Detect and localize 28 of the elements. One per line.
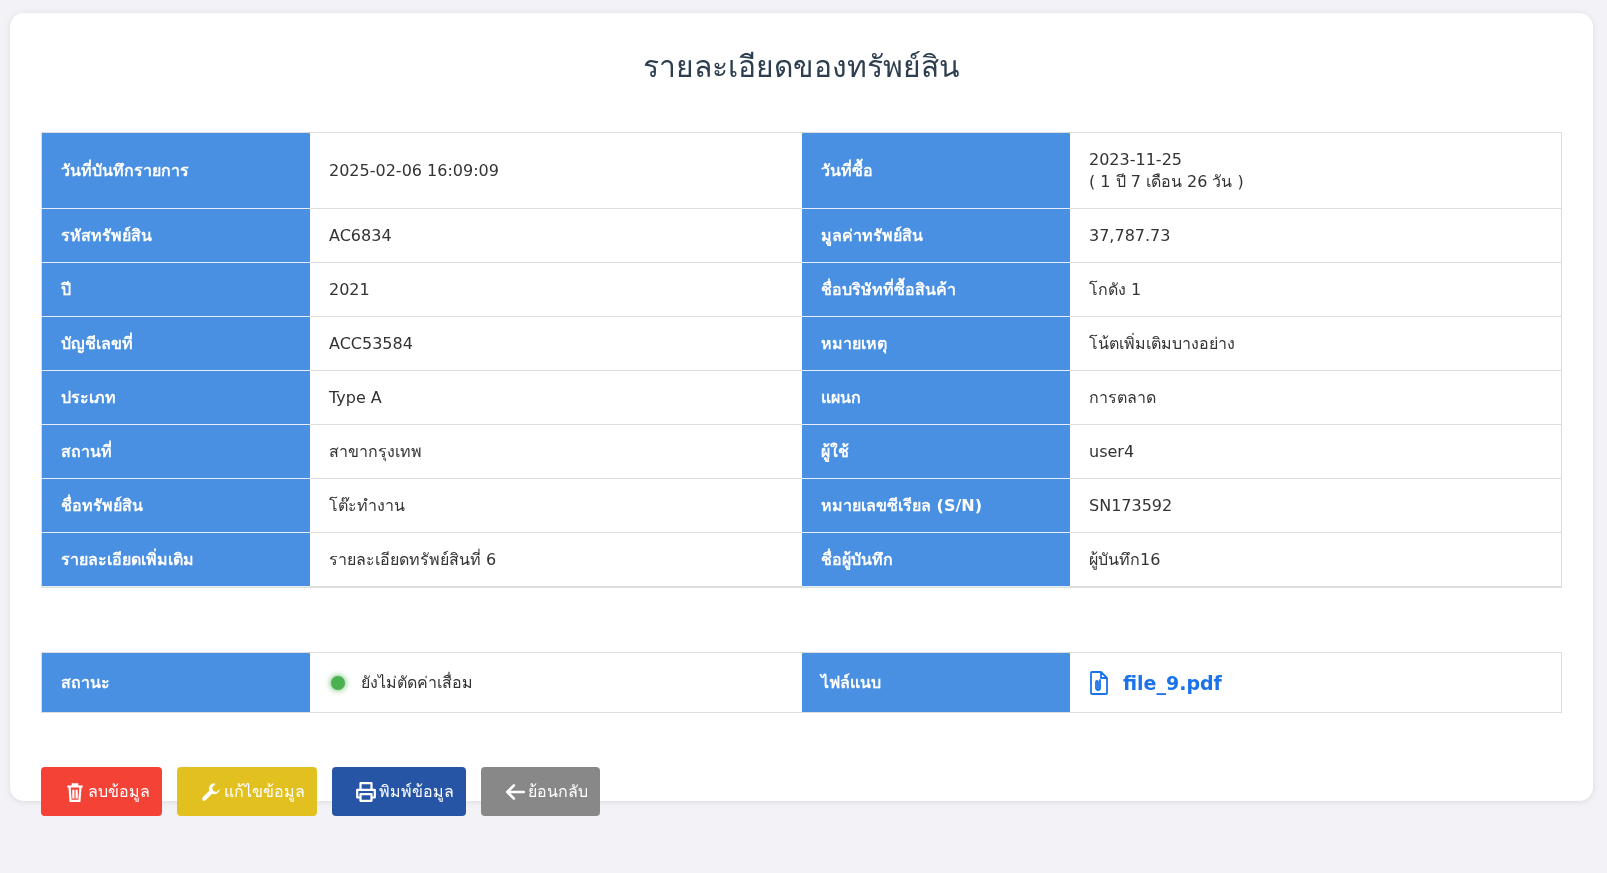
back-button[interactable]: ย้อนกลับ (481, 767, 600, 816)
trash-icon (64, 780, 86, 803)
file-link[interactable]: file_9.pdf (1089, 670, 1222, 695)
field-label: รายละเอียดเพิ่มเติม (42, 533, 310, 587)
paperclip-file-icon (1089, 670, 1109, 695)
field-label: หมายเหตุ (802, 317, 1070, 371)
delete-button[interactable]: ลบข้อมูล (41, 767, 162, 816)
status-text: ยังไม่ตัดค่าเสื่อม (361, 671, 473, 694)
field-label: รหัสทรัพย์สิน (42, 209, 310, 263)
field-label: บัญชีเลขที่ (42, 317, 310, 371)
field-label: ชื่อผู้บันทึก (802, 533, 1070, 587)
page-title: รายละเอียดของทรัพย์สิน (643, 48, 960, 86)
field-label: วันที่บันทึกรายการ (42, 133, 310, 209)
field-label: ผู้ใช้ (802, 425, 1070, 479)
field-label: ชื่อทรัพย์สิน (42, 479, 310, 533)
field-label: ปี (42, 263, 310, 317)
field-label: สถานที่ (42, 425, 310, 479)
field-label: ประเภท (42, 371, 310, 425)
print-button[interactable]: พิมพ์ข้อมูล (332, 767, 466, 816)
field-label: ชื่อบริษัทที่ซื้อสินค้า (802, 263, 1070, 317)
field-label: แผนก (802, 371, 1070, 425)
field-label: สถานะ (42, 653, 310, 712)
field-label: ไฟล์แนบ (802, 653, 1070, 712)
wrench-icon (200, 780, 222, 803)
field-label: วันที่ซื้อ (802, 133, 1070, 209)
printer-icon (355, 780, 377, 803)
field-label: หมายเลขซีเรียล (S/N) (802, 479, 1070, 533)
field-label: มูลค่าทรัพย์สิน (802, 209, 1070, 263)
